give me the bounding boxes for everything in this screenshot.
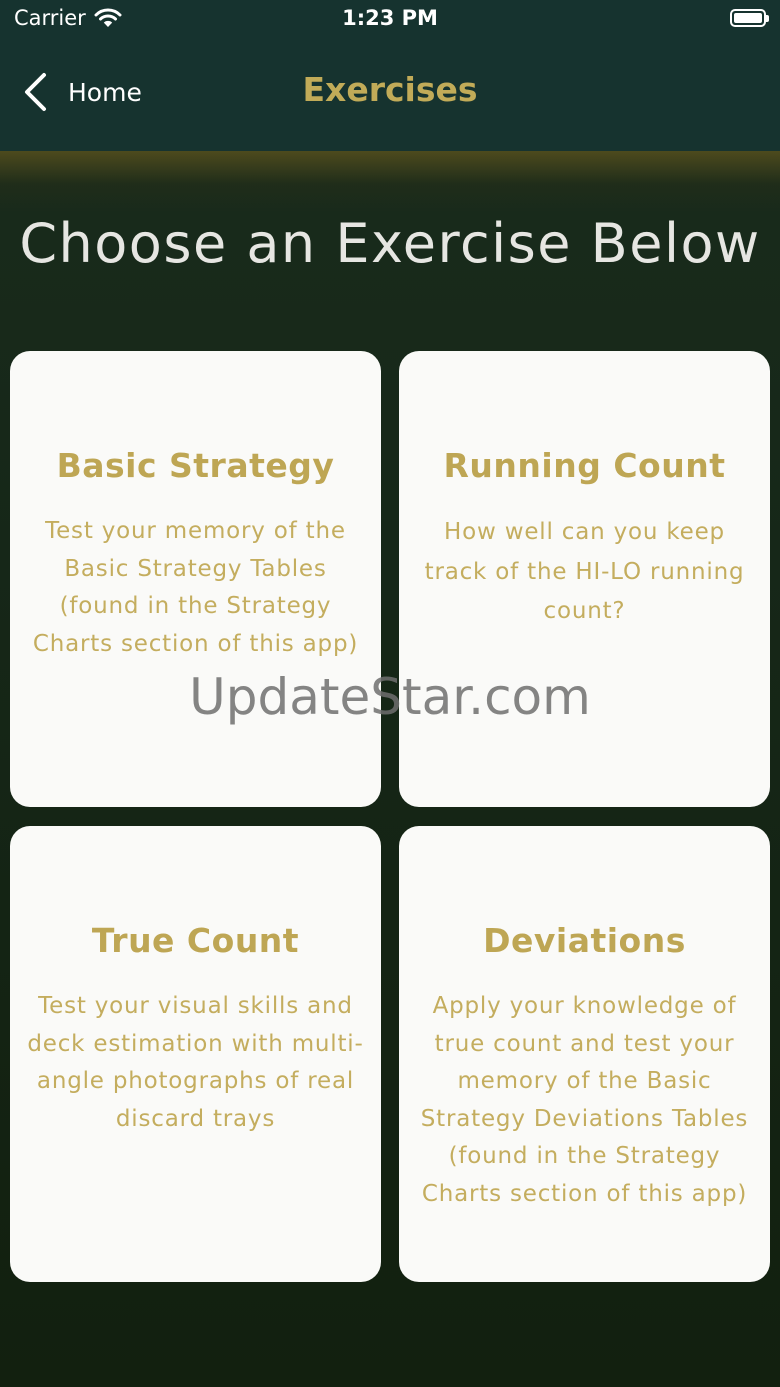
card-description: Test your memory of the Basic Strategy T… <box>32 518 359 657</box>
card-description: Test your visual skills and deck estimat… <box>27 993 364 1132</box>
card-description: Apply your knowledge of true count and t… <box>420 993 749 1207</box>
status-bar: Carrier 1:23 PM <box>0 0 780 40</box>
status-time: 1:23 PM <box>342 6 438 30</box>
card-title: Deviations <box>483 921 686 960</box>
nav-shadow <box>0 151 780 211</box>
battery-icon <box>730 9 769 27</box>
battery-level <box>734 13 762 23</box>
card-title: Basic Strategy <box>56 446 335 485</box>
section-heading: Choose an Exercise Below <box>19 212 761 275</box>
navigation-bar: Home Exercises <box>0 40 780 151</box>
card-title: True Count <box>91 921 300 960</box>
exercise-card-basic-strategy[interactable]: Basic Strategy Test your memory of the B… <box>10 351 381 807</box>
exercise-card-running-count[interactable]: Running Count How well can you keep trac… <box>399 351 770 807</box>
exercise-card-deviations[interactable]: Deviations Apply your knowledge of true … <box>399 826 770 1282</box>
exercises-screen: Carrier 1:23 PM Home Exercises Choose an… <box>0 0 780 1387</box>
exercise-card-true-count[interactable]: True Count Test your visual skills and d… <box>10 826 381 1282</box>
card-description: How well can you keep track of the HI-LO… <box>424 519 745 624</box>
page-title: Exercises <box>302 70 478 109</box>
card-title: Running Count <box>443 446 726 485</box>
